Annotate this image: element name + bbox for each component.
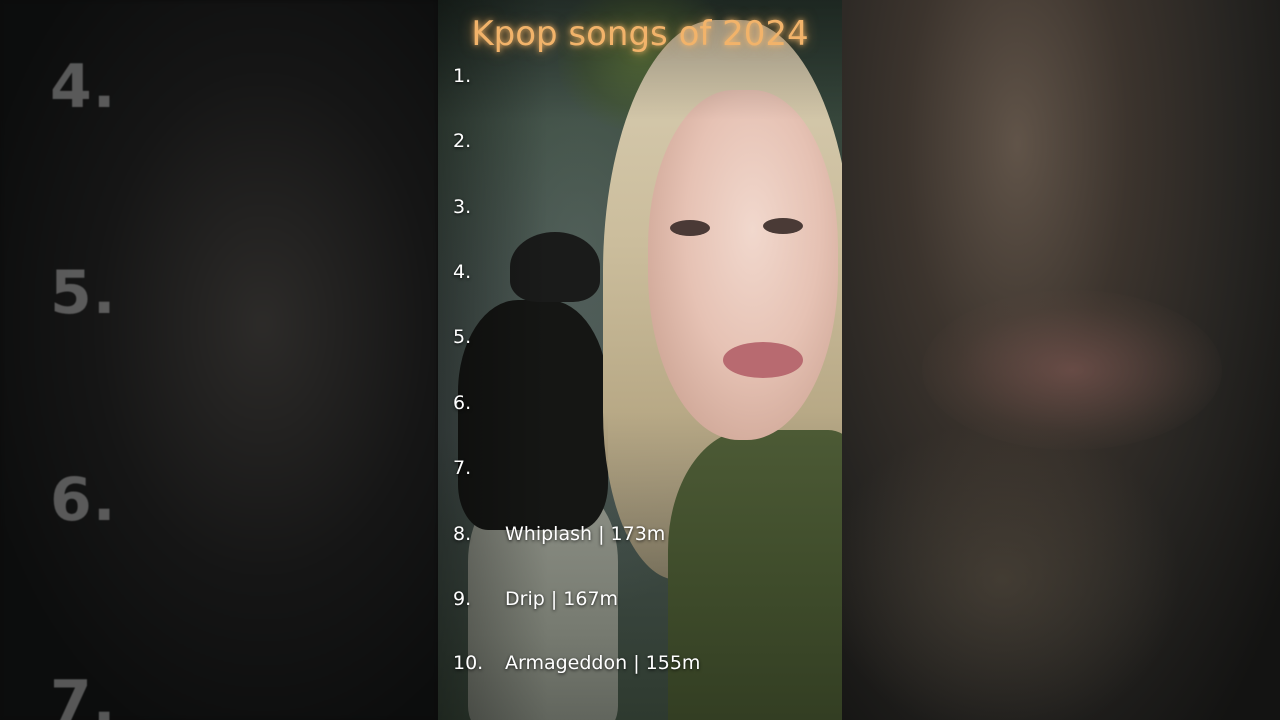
rank-number: 3.: [453, 196, 472, 218]
side-rank-number: 5.: [50, 258, 117, 328]
side-rank-number: 4.: [50, 52, 117, 122]
rank-number: 10.: [453, 652, 484, 674]
rank-number: 4.: [453, 261, 472, 283]
rank-number: 5.: [453, 326, 472, 348]
rank-number: 7.: [453, 457, 472, 479]
rank-number: 2.: [453, 130, 472, 152]
rank-number: 9.: [453, 588, 472, 610]
side-rank-number: 6.: [50, 465, 117, 535]
ranking-row: 1.: [453, 61, 833, 91]
ranking-row: 2.: [453, 126, 833, 156]
rank-number: 1.: [453, 65, 472, 87]
video-frame: 4. 5. 6. 7. Kpop songs of 2024 1. 2. 3.: [0, 0, 1280, 720]
side-rank-number: 7.: [50, 668, 117, 720]
ranking-row: 10. Armageddon | 155m: [453, 648, 833, 678]
ranking-row: 8. Whiplash | 173m: [453, 519, 833, 549]
ranking-row: 5.: [453, 322, 833, 352]
rank-number: 6.: [453, 392, 472, 414]
song-entry: Whiplash | 173m: [505, 523, 666, 545]
ranking-row: 9. Drip | 167m: [453, 584, 833, 614]
video-title: Kpop songs of 2024: [471, 14, 809, 54]
blurred-background-right: [822, 0, 1280, 720]
blurred-chin: [822, 420, 1182, 720]
rank-number: 8.: [453, 523, 472, 545]
song-entry: Drip | 167m: [505, 588, 619, 610]
singer-left-eye: [670, 220, 710, 236]
ranking-row: 6.: [453, 388, 833, 418]
ranking-row: 7.: [453, 453, 833, 483]
ranking-row: 4.: [453, 257, 833, 287]
song-entry: Armageddon | 155m: [505, 652, 701, 674]
ranking-row: 3.: [453, 192, 833, 222]
